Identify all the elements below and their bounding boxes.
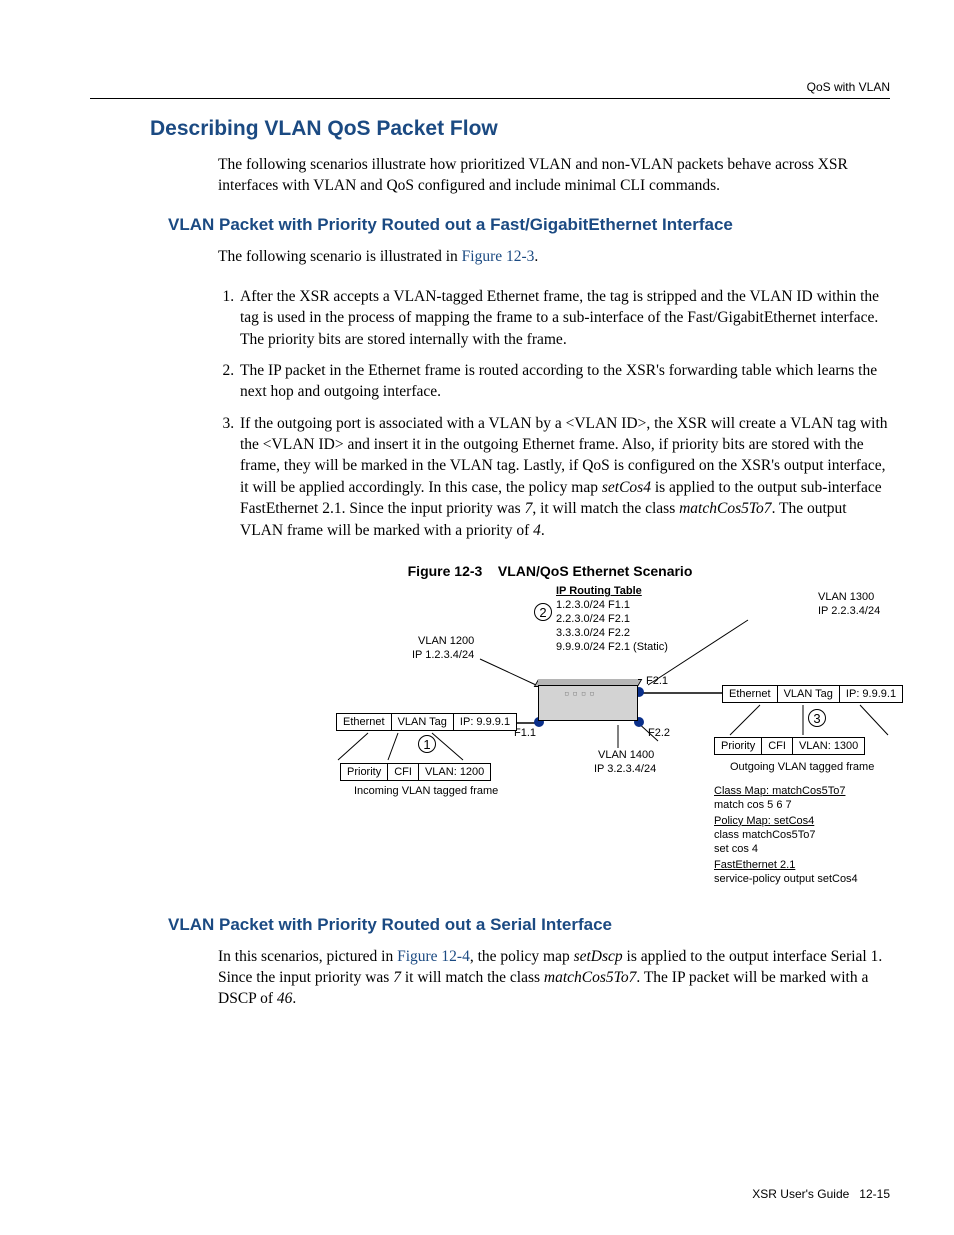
heading-main: Describing VLAN QoS Packet Flow bbox=[150, 117, 890, 141]
policymap-line: set cos 4 bbox=[714, 843, 758, 855]
cell: IP: 9.9.9.1 bbox=[453, 713, 516, 730]
port-label: F2.1 bbox=[646, 675, 668, 687]
page-number: 12-15 bbox=[849, 1187, 890, 1201]
port-label: F1.1 bbox=[514, 727, 536, 739]
vlan-tag-table-right: PriorityCFIVLAN: 1300 bbox=[714, 737, 865, 755]
section2-paragraph: In this scenarios, pictured in Figure 12… bbox=[218, 947, 890, 1010]
t: . bbox=[541, 522, 545, 539]
lead-post: . bbox=[534, 248, 538, 265]
t: setDscp bbox=[574, 948, 623, 965]
step-circle-3: 3 bbox=[808, 709, 826, 727]
t: , it will match the class bbox=[532, 500, 679, 517]
route-row: 3.3.3.0/24 F2.2 bbox=[556, 627, 630, 639]
running-header: QoS with VLAN bbox=[90, 80, 890, 94]
caption-outgoing: Outgoing VLAN tagged frame bbox=[730, 761, 874, 773]
t: 7 bbox=[393, 969, 401, 986]
cell: Ethernet bbox=[337, 713, 392, 730]
fig-num: Figure 12-3 bbox=[408, 563, 483, 579]
figure-caption: Figure 12-3 VLAN/QoS Ethernet Scenario bbox=[210, 563, 890, 579]
cell: CFI bbox=[388, 763, 419, 780]
vlan-label: VLAN 1300 bbox=[818, 591, 874, 603]
heading-section-2: VLAN Packet with Priority Routed out a S… bbox=[168, 915, 890, 935]
fe-line: service-policy output setCos4 bbox=[714, 873, 858, 885]
figure-link-12-3[interactable]: Figure 12-3 bbox=[462, 248, 535, 265]
route-row: 2.2.3.0/24 F2.1 bbox=[556, 613, 630, 625]
cell: VLAN: 1200 bbox=[418, 763, 490, 780]
step-circle-2: 2 bbox=[534, 603, 552, 621]
intro-paragraph: The following scenarios illustrate how p… bbox=[218, 155, 890, 197]
heading-section-1: VLAN Packet with Priority Routed out a F… bbox=[168, 215, 890, 235]
cell: VLAN: 1300 bbox=[792, 737, 864, 754]
packet-table-right: EthernetVLAN TagIP: 9.9.9.1 bbox=[722, 685, 903, 703]
numbered-list: After the XSR accepts a VLAN-tagged Ethe… bbox=[218, 286, 890, 541]
cell: Priority bbox=[715, 737, 762, 754]
fig-title: VLAN/QoS Ethernet Scenario bbox=[498, 563, 692, 579]
book-title: XSR User's Guide bbox=[752, 1187, 849, 1201]
header-rule bbox=[90, 98, 890, 99]
ip-label: IP 3.2.3.4/24 bbox=[594, 763, 656, 775]
caption-incoming: Incoming VLAN tagged frame bbox=[354, 785, 498, 797]
t: , the policy map bbox=[470, 948, 574, 965]
step-circle-1: 1 bbox=[418, 735, 436, 753]
figure-diagram: ▫▫▫▫ IP Routing Table 1.2.3.0/24 F1.1 2.… bbox=[278, 585, 938, 915]
list-item: After the XSR accepts a VLAN-tagged Ethe… bbox=[238, 286, 890, 350]
routing-table-head: IP Routing Table bbox=[556, 585, 642, 597]
t: . bbox=[292, 990, 296, 1007]
cell: CFI bbox=[762, 737, 793, 754]
t: 4 bbox=[533, 522, 541, 539]
vlan-label: VLAN 1400 bbox=[598, 749, 654, 761]
t: matchCos5To7 bbox=[679, 500, 771, 517]
cell: IP: 9.9.9.1 bbox=[839, 685, 902, 702]
page-footer: XSR User's Guide12-15 bbox=[752, 1187, 890, 1201]
port-label: F2.2 bbox=[648, 727, 670, 739]
vlan-label: VLAN 1200 bbox=[418, 635, 474, 647]
section1-lead: The following scenario is illustrated in… bbox=[218, 247, 890, 268]
list-item: The IP packet in the Ethernet frame is r… bbox=[238, 360, 890, 403]
cell: Priority bbox=[341, 763, 388, 780]
list-item: If the outgoing port is associated with … bbox=[238, 413, 890, 541]
t: In this scenarios, pictured in bbox=[218, 948, 397, 965]
t: setCos4 bbox=[602, 479, 651, 496]
lead-pre: The following scenario is illustrated in bbox=[218, 248, 462, 265]
classmap-line: match cos 5 6 7 bbox=[714, 799, 792, 811]
policymap-line: class matchCos5To7 bbox=[714, 829, 816, 841]
classmap-head: Class Map: matchCos5To7 bbox=[714, 785, 845, 797]
ip-label: IP 1.2.3.4/24 bbox=[412, 649, 474, 661]
cell: VLAN Tag bbox=[777, 685, 839, 702]
t: 46 bbox=[277, 990, 293, 1007]
policymap-head: Policy Map: setCos4 bbox=[714, 815, 814, 827]
router-ports-icon: ▫▫▫▫ bbox=[564, 689, 598, 699]
t: matchCos5To7 bbox=[544, 969, 636, 986]
route-row: 9.9.9.0/24 F2.1 (Static) bbox=[556, 641, 668, 653]
ip-label: IP 2.2.3.4/24 bbox=[818, 605, 880, 617]
fe-head: FastEthernet 2.1 bbox=[714, 859, 795, 871]
cell: Ethernet bbox=[723, 685, 778, 702]
cell: VLAN Tag bbox=[391, 713, 453, 730]
vlan-tag-table-left: PriorityCFIVLAN: 1200 bbox=[340, 763, 491, 781]
t: it will match the class bbox=[401, 969, 544, 986]
packet-table-left: EthernetVLAN TagIP: 9.9.9.1 bbox=[336, 713, 517, 731]
route-row: 1.2.3.0/24 F1.1 bbox=[556, 599, 630, 611]
figure-link-12-4[interactable]: Figure 12-4 bbox=[397, 948, 470, 965]
